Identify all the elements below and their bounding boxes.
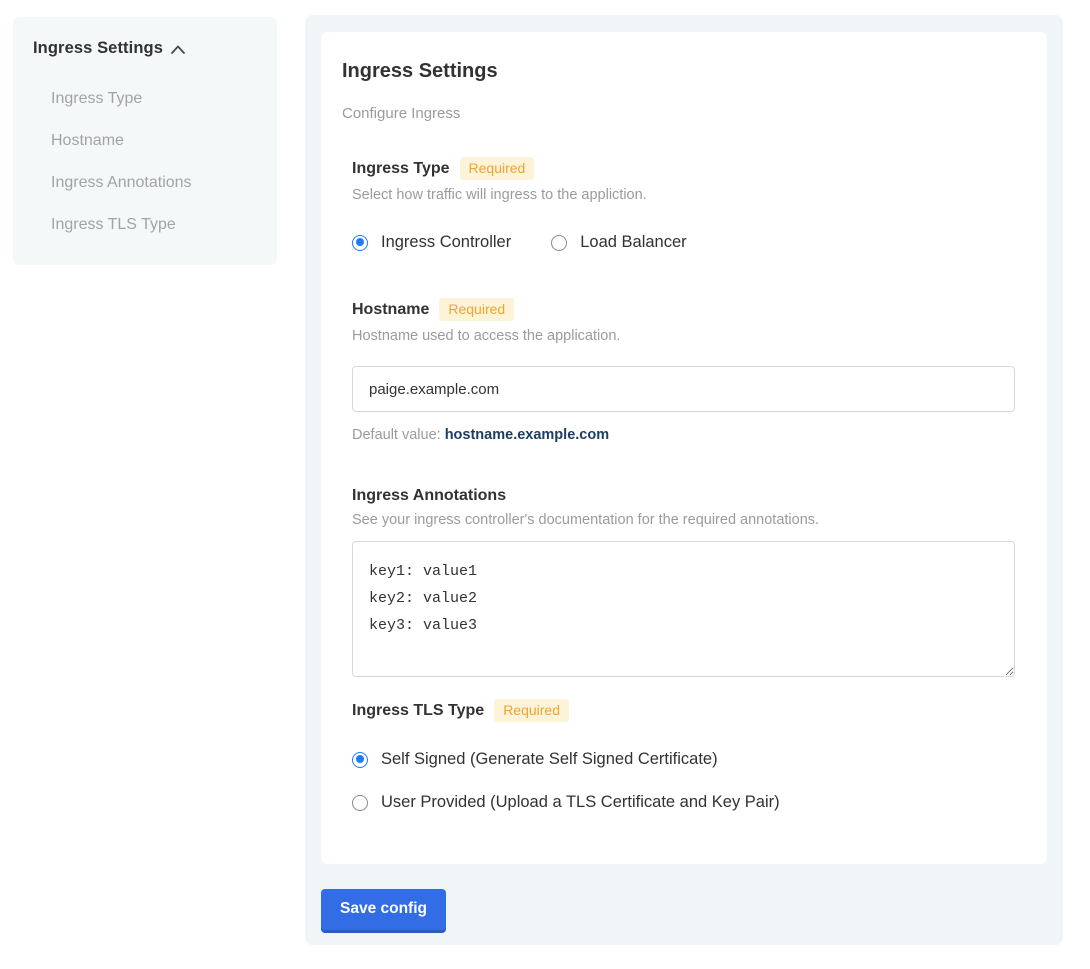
sidebar-item-list: Ingress Type Hostname Ingress Annotation… <box>33 78 257 246</box>
radio-icon[interactable] <box>352 795 368 811</box>
tls-type-label: Ingress TLS Type <box>352 702 484 720</box>
sidebar-item-ingress-annotations[interactable]: Ingress Annotations <box>33 162 257 204</box>
default-value-label: Default value: <box>352 427 445 443</box>
tls-type-radio-group: Self Signed (Generate Self Signed Certif… <box>352 750 1015 812</box>
field-group-ingress-tls-type: Ingress TLS Type Required Self Signed (G… <box>352 699 1015 812</box>
ingress-type-help: Select how traffic will ingress to the a… <box>352 187 1015 203</box>
annotations-help: See your ingress controller's documentat… <box>352 512 1015 528</box>
default-value-text: hostname.example.com <box>445 427 609 443</box>
required-badge: Required <box>460 157 535 180</box>
radio-label: Ingress Controller <box>381 233 511 252</box>
config-panel: Ingress Settings Configure Ingress Ingre… <box>305 15 1063 945</box>
annotations-textarea[interactable]: key1: value1 key2: value2 key3: value3 <box>352 541 1015 677</box>
radio-icon[interactable] <box>352 752 368 768</box>
sidebar-group-title: Ingress Settings <box>33 39 163 58</box>
config-nav-sidebar: Ingress Settings Ingress Type Hostname I… <box>13 17 277 265</box>
hostname-default-line: Default value: hostname.example.com <box>352 427 1015 443</box>
sidebar-item-hostname[interactable]: Hostname <box>33 120 257 162</box>
hostname-label: Hostname <box>352 301 429 319</box>
field-group-ingress-type: Ingress Type Required Select how traffic… <box>352 157 1015 252</box>
ingress-settings-card: Ingress Settings Configure Ingress Ingre… <box>321 32 1047 864</box>
hostname-input[interactable] <box>352 366 1015 412</box>
sidebar-item-ingress-type[interactable]: Ingress Type <box>33 78 257 120</box>
sidebar-item-ingress-tls-type[interactable]: Ingress TLS Type <box>33 204 257 246</box>
radio-load-balancer[interactable]: Load Balancer <box>551 233 686 252</box>
ingress-type-radio-group: Ingress Controller Load Balancer <box>352 233 1015 252</box>
annotations-label: Ingress Annotations <box>352 487 506 505</box>
radio-user-provided[interactable]: User Provided (Upload a TLS Certificate … <box>352 793 1015 812</box>
radio-label: Load Balancer <box>580 233 686 252</box>
required-badge: Required <box>494 699 569 722</box>
chevron-up-icon <box>171 45 185 54</box>
radio-icon[interactable] <box>551 235 567 251</box>
required-badge: Required <box>439 298 514 321</box>
hostname-help: Hostname used to access the application. <box>352 328 1015 344</box>
radio-ingress-controller[interactable]: Ingress Controller <box>352 233 511 252</box>
radio-label: User Provided (Upload a TLS Certificate … <box>381 793 780 812</box>
sidebar-group-toggle[interactable]: Ingress Settings <box>33 39 257 58</box>
radio-self-signed[interactable]: Self Signed (Generate Self Signed Certif… <box>352 750 1015 769</box>
field-group-ingress-annotations: Ingress Annotations See your ingress con… <box>352 487 1015 677</box>
radio-icon[interactable] <box>352 235 368 251</box>
field-group-hostname: Hostname Required Hostname used to acces… <box>352 298 1015 443</box>
radio-label: Self Signed (Generate Self Signed Certif… <box>381 750 718 769</box>
page-subtitle: Configure Ingress <box>342 105 1015 122</box>
ingress-type-label: Ingress Type <box>352 160 450 178</box>
page-title: Ingress Settings <box>342 60 1015 83</box>
save-config-button[interactable]: Save config <box>321 889 446 930</box>
